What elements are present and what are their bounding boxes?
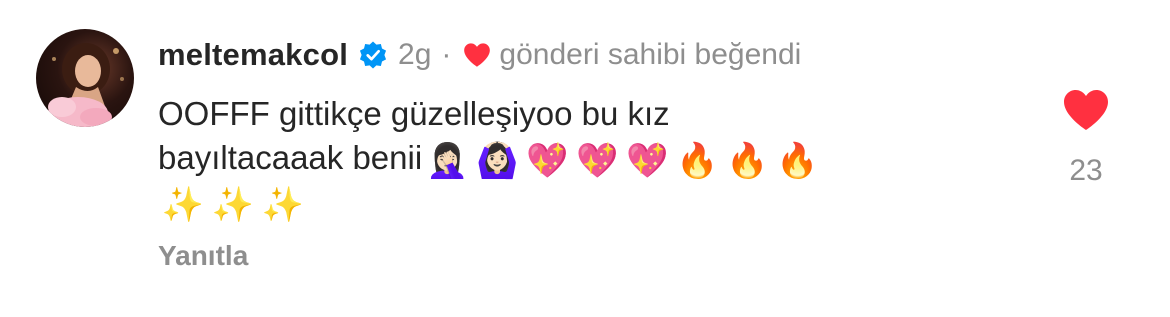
verified-badge-icon <box>358 40 388 70</box>
sparkling-heart-emoji: 💖 <box>526 141 569 181</box>
comment-text-line-2: bayıltacaaak benii 🤦🏻‍♀️ 🙆🏻‍♀️ 💖 💖 💖 🔥 🔥 🔥 <box>158 136 978 181</box>
comment-item: meltemakcol 2g · gönderi sahibi beğendi … <box>0 0 1170 317</box>
sparkling-heart-emoji: 💖 <box>576 141 619 181</box>
sparkling-heart-emoji: 💖 <box>626 141 669 181</box>
comment-meta: meltemakcol 2g · gönderi sahibi beğendi <box>158 33 801 77</box>
fire-emoji: 🔥 <box>776 141 819 181</box>
gesture-ok-emoji: 🙆🏻‍♀️ <box>476 141 519 181</box>
liked-by-author-label: gönderi sahibi beğendi <box>499 38 802 71</box>
separator-dot: · <box>441 38 452 71</box>
comment-text-line-2-words: bayıltacaaak benii <box>158 139 423 176</box>
reply-button[interactable]: Yanıtla <box>158 240 248 272</box>
comment-time: 2g <box>398 38 432 71</box>
fire-emoji: 🔥 <box>676 141 719 181</box>
sparkles-emoji: ✨ <box>211 185 255 225</box>
avatar[interactable] <box>36 29 134 127</box>
like-count[interactable]: 23 <box>1056 154 1116 188</box>
comment-body: OOFFF gittikçe güzelleşiyoo bu kız bayıl… <box>158 92 978 225</box>
face-palm-emoji: 🤦🏻‍♀️ <box>426 141 469 181</box>
heart-filled-icon[interactable] <box>1062 88 1110 132</box>
comment-text-line-1: OOFFF gittikçe güzelleşiyoo bu kız <box>158 95 670 132</box>
like-column: 23 <box>1056 88 1116 188</box>
sparkles-emoji: ✨ <box>161 185 205 225</box>
sparkles-emoji: ✨ <box>261 185 305 225</box>
fire-emoji: 🔥 <box>726 141 769 181</box>
comment-text-line-3: ✨ ✨ ✨ <box>158 180 978 225</box>
heart-icon <box>463 42 491 68</box>
avatar-image <box>48 43 124 127</box>
username[interactable]: meltemakcol <box>158 37 348 73</box>
